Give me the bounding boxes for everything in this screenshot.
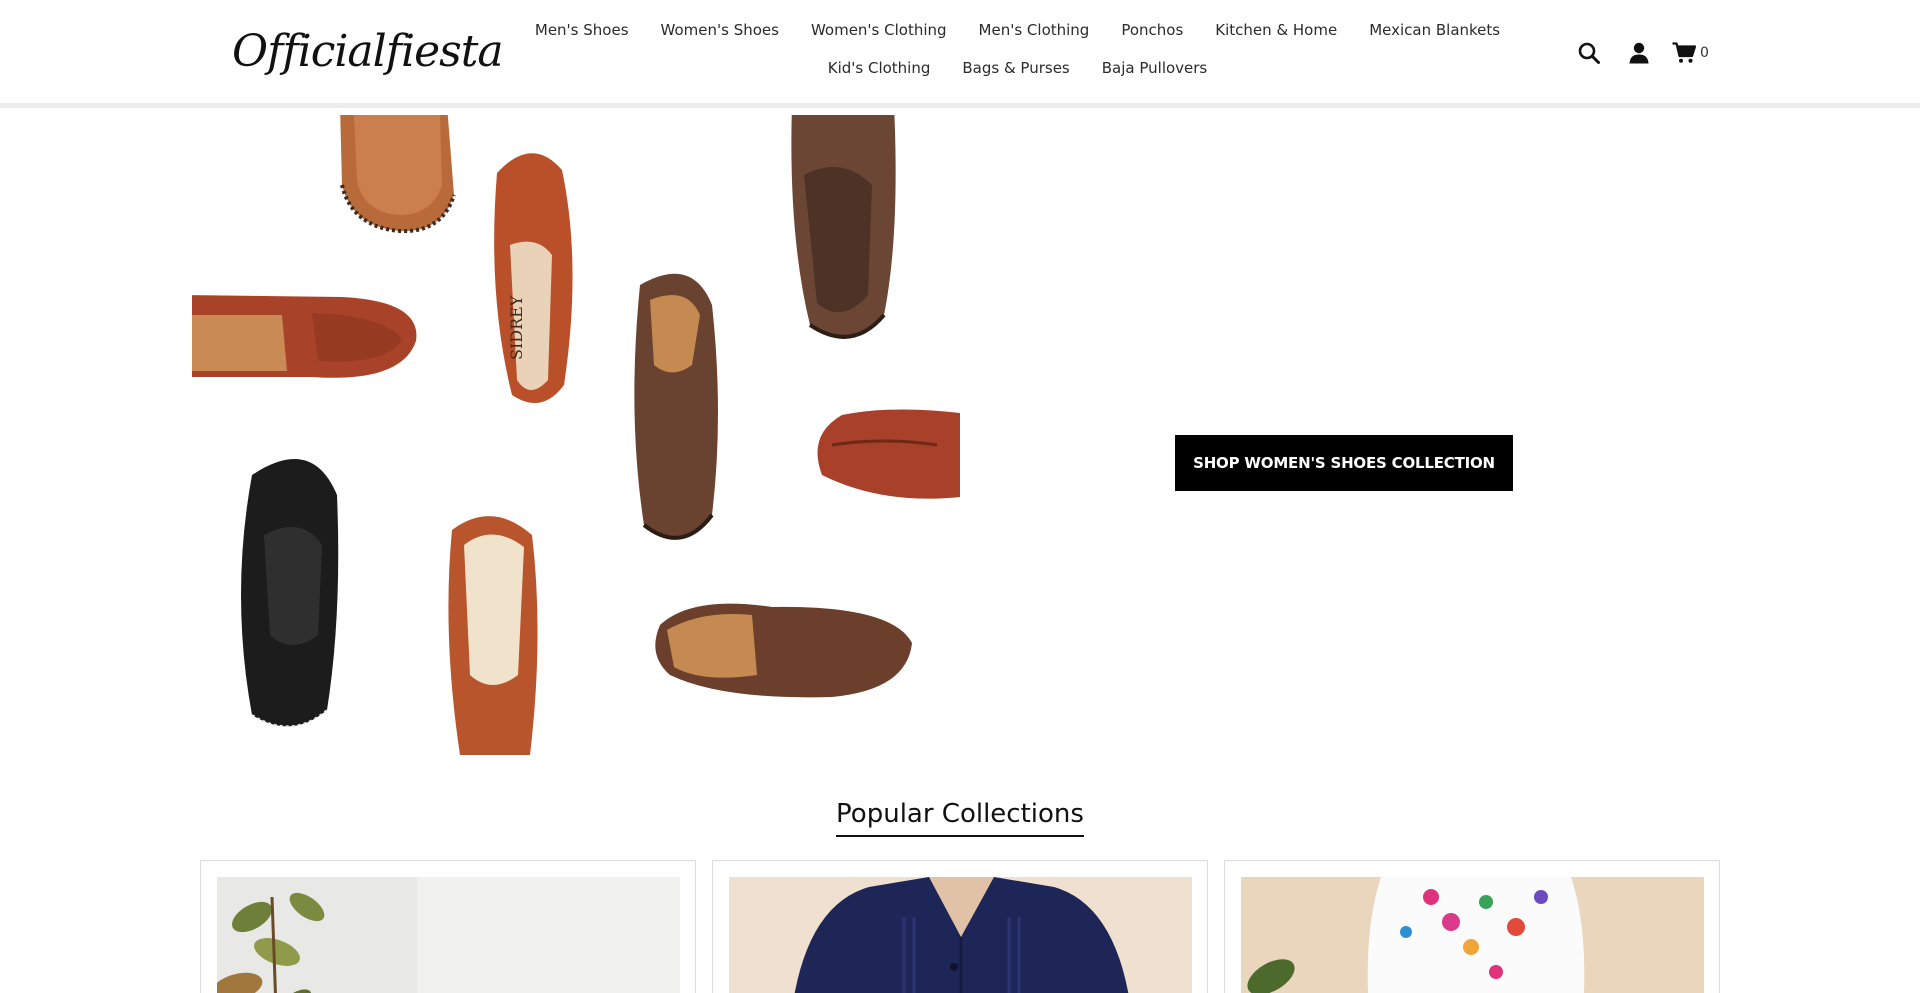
- collection-card-1[interactable]: [200, 860, 696, 993]
- collection-card-3[interactable]: [1224, 860, 1720, 993]
- cart-count: 0: [1700, 45, 1709, 61]
- plant-photo: [217, 877, 680, 993]
- nav-mexican-blankets[interactable]: Mexican Blankets: [1353, 18, 1516, 42]
- sandals-collage-illustration: SIDREY: [192, 115, 960, 755]
- sandal-tooled-left: [192, 295, 417, 378]
- cart-button[interactable]: 0: [1672, 42, 1709, 64]
- sandal-brown-center: [634, 273, 718, 540]
- sandal-brown-bottom: [655, 603, 912, 698]
- svg-text:SIDREY: SIDREY: [507, 295, 526, 360]
- search-icon: [1578, 42, 1600, 64]
- header-icons: 0: [1574, 38, 1709, 68]
- nav-womens-clothing[interactable]: Women's Clothing: [795, 18, 963, 42]
- user-icon: [1629, 42, 1649, 64]
- nav-womens-shoes[interactable]: Women's Shoes: [645, 18, 795, 42]
- account-button[interactable]: [1624, 38, 1654, 68]
- cart-icon: [1672, 42, 1696, 63]
- sandal-red-right: [817, 409, 960, 499]
- nav-bags-purses[interactable]: Bags & Purses: [946, 56, 1085, 80]
- nav-kids-clothing[interactable]: Kid's Clothing: [812, 56, 947, 80]
- nav-ponchos[interactable]: Ponchos: [1105, 18, 1199, 42]
- guayabera-photo: [729, 877, 1192, 993]
- hero-sandals-image[interactable]: SIDREY: [192, 115, 960, 755]
- section-title-text: Popular Collections: [836, 796, 1084, 837]
- site-logo[interactable]: Officialfiesta: [232, 22, 504, 82]
- sandal-black-left: [241, 459, 339, 728]
- embroidered-dress-photo: [1241, 877, 1704, 993]
- search-button[interactable]: [1574, 38, 1604, 68]
- site-header: Officialfiesta Men's Shoes Women's Shoes…: [0, 0, 1920, 108]
- collection-card-2-image: [729, 877, 1192, 993]
- sandal-cream-bottom: [448, 516, 538, 755]
- sandal-red-middle: SIDREY: [494, 153, 573, 403]
- nav-mens-shoes[interactable]: Men's Shoes: [519, 18, 645, 42]
- shop-womens-shoes-button[interactable]: SHOP WOMEN'S SHOES COLLECTION: [1175, 435, 1513, 491]
- collection-card-1-image: [217, 877, 680, 993]
- sandal-brown-top-right: [791, 115, 896, 339]
- nav-kitchen-home[interactable]: Kitchen & Home: [1199, 18, 1353, 42]
- collection-card-2[interactable]: [712, 860, 1208, 993]
- popular-collections-heading: Popular Collections: [0, 796, 1920, 837]
- nav-mens-clothing[interactable]: Men's Clothing: [963, 18, 1106, 42]
- collection-card-3-image: [1241, 877, 1704, 993]
- main-nav: Men's Shoes Women's Shoes Women's Clothi…: [480, 18, 1555, 80]
- sandal-tan-top: [340, 115, 456, 234]
- nav-baja-pullovers[interactable]: Baja Pullovers: [1086, 56, 1224, 80]
